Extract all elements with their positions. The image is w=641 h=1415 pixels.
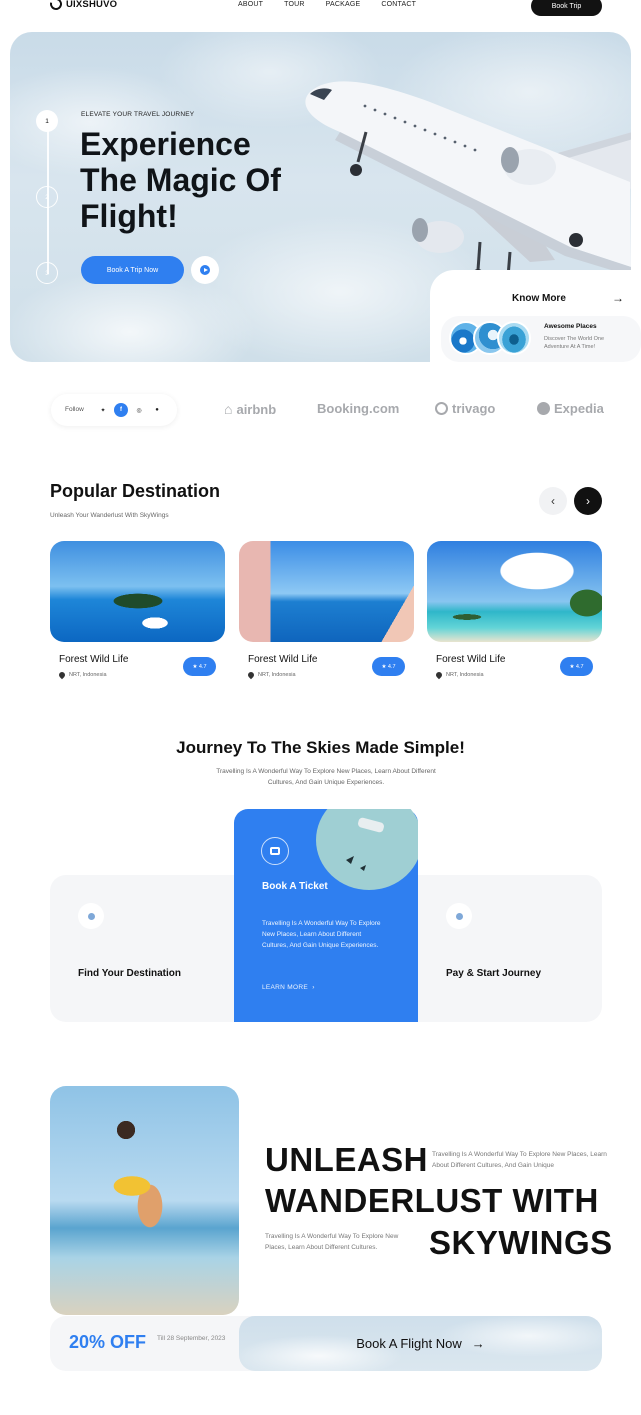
chevron-left-icon: ‹ [551,494,555,508]
location-pin-icon [246,670,256,680]
step-2[interactable]: 2 [36,186,58,208]
carousel-next-button[interactable]: › [574,487,602,515]
play-icon [200,265,210,275]
logo-icon [47,0,65,13]
hero-eyebrow: ELEVATE YOUR TRAVEL JOURNEY [81,111,195,118]
know-more-label: Know More [512,293,566,304]
trivago-icon [435,402,448,415]
book-a-trip-button[interactable]: Book A Trip Now [81,256,184,284]
promo-headline-line-2: WANDERLUST WITH [265,1182,599,1219]
arrow-right-icon[interactable]: → [612,291,624,305]
step-find-destination: Find Your Destination [78,968,181,979]
play-video-button[interactable] [191,256,219,284]
partner-airbnb-label: airbnb [236,401,277,417]
hero-title: Experience The Magic Of Flight! [80,126,340,234]
payment-icon [446,903,472,929]
airbnb-icon: ⌂ [224,401,233,417]
ticket-icon-ring [261,837,289,865]
logo[interactable]: UIXSHUVO [47,0,118,13]
destination-location-label: NRT, Indonesia [446,672,484,678]
destination-location: NRT, Indonesia [434,670,484,680]
partner-booking-label: Booking.com [317,401,400,416]
journey-title: Journey To The Skies Made Simple! [176,738,465,757]
partner-trivago-label: trivago [452,401,496,416]
step-pay-start: Pay & Start Journey [446,968,542,979]
top-nav: UIXSHUVO ABOUT TOUR PACKAGE CONTACT Book… [0,0,641,16]
rating-badge-value: 4.7 [387,663,396,670]
rating-badge-value: 4.7 [198,663,207,670]
promo-headline-line-3: SKYWINGS [429,1224,613,1261]
facebook-icon[interactable]: f [114,403,128,417]
partner-booking: Booking.com [317,401,399,416]
places-subtitle: Discover The World One Adventure At A Ti… [544,336,605,350]
section-subtitle: Unleash Your Wanderlust With SkyWings [50,512,169,519]
logo-text: UIXSHUVO [66,0,118,10]
promo-note-left: Travelling Is A Wonderful Way To Explore… [265,1233,399,1251]
destination-image[interactable] [50,541,225,642]
location-icon-dot [87,912,95,920]
discount-value: 20% OFF [69,1332,147,1352]
partner-expedia-label: Expedia [554,401,604,416]
nav-link-contact[interactable]: CONTACT [381,1,416,8]
ticket-icon [270,847,280,855]
partner-airbnb: ⌂ airbnb [224,401,276,417]
hero-title-line-3: Flight! [80,198,178,234]
place-thumbnail [497,321,531,355]
destination-name[interactable]: Forest Wild Life [248,654,317,665]
places-title: Awesome Places [544,323,597,330]
instagram-icon[interactable]: ◎ [132,403,146,417]
step-3[interactable]: 3 [36,262,58,284]
location-icon [78,903,104,929]
nav-link-tour[interactable]: TOUR [284,1,305,8]
partner-trivago: trivago [435,401,495,416]
book-flight-button[interactable]: Book A Flight Now → [239,1316,602,1371]
nav-link-about[interactable]: ABOUT [238,1,263,8]
destination-name[interactable]: Forest Wild Life [59,654,128,665]
destination-location-label: NRT, Indonesia [69,672,107,678]
twitter-icon[interactable]: ✦ [96,403,110,417]
destination-name[interactable]: Forest Wild Life [436,654,505,665]
carousel-prev-button[interactable]: ‹ [539,487,567,515]
book-ticket-text: Travelling Is A Wonderful Way To Explore… [262,920,381,949]
journey-subtitle: Travelling Is A Wonderful Way To Explore… [216,768,436,786]
github-icon[interactable]: ● [150,403,164,417]
nav-link-package[interactable]: PACKAGE [326,1,361,8]
hero-title-line-2: The Magic Of [80,162,281,198]
rating-badge: ★ 4.7 [372,657,405,676]
partner-expedia: Expedia [537,401,604,416]
hero-title-line-1: Experience [80,126,251,162]
follow-label: Follow [65,406,84,413]
arrow-right-icon: → [471,1336,485,1351]
sea-boat-illustration [316,809,418,890]
rating-badge: ★ 4.7 [183,657,216,676]
section-title: Popular Destination [50,481,221,501]
book-ticket-title: Book A Ticket [262,881,328,892]
step-1[interactable]: 1 [36,110,58,132]
promo-headline-line-1: UNLEASH [265,1141,429,1178]
learn-more-label: LEARN MORE [262,984,308,991]
rating-badge-value: 4.7 [575,663,584,670]
destination-location: NRT, Indonesia [57,670,107,680]
chevron-right-icon: › [586,494,590,508]
destination-location-label: NRT, Indonesia [258,672,296,678]
destination-location: NRT, Indonesia [246,670,296,680]
learn-more-link[interactable]: LEARN MORE › [262,984,315,991]
promo-note-top: Travelling Is A Wonderful Way To Explore… [432,1151,607,1169]
location-pin-icon [57,670,67,680]
payment-icon-dot [455,912,463,920]
nav-links: ABOUT TOUR PACKAGE CONTACT [238,1,416,8]
destination-image[interactable] [427,541,602,642]
book-flight-label: Book A Flight Now [356,1336,462,1351]
promo-photo [50,1086,239,1315]
discount-deadline: Till 28 September, 2023 [157,1335,226,1342]
book-trip-button[interactable]: Book Trip [531,0,602,16]
rating-badge: ★ 4.7 [560,657,593,676]
expedia-icon [537,402,550,415]
destination-image[interactable] [239,541,414,642]
location-pin-icon [434,670,444,680]
